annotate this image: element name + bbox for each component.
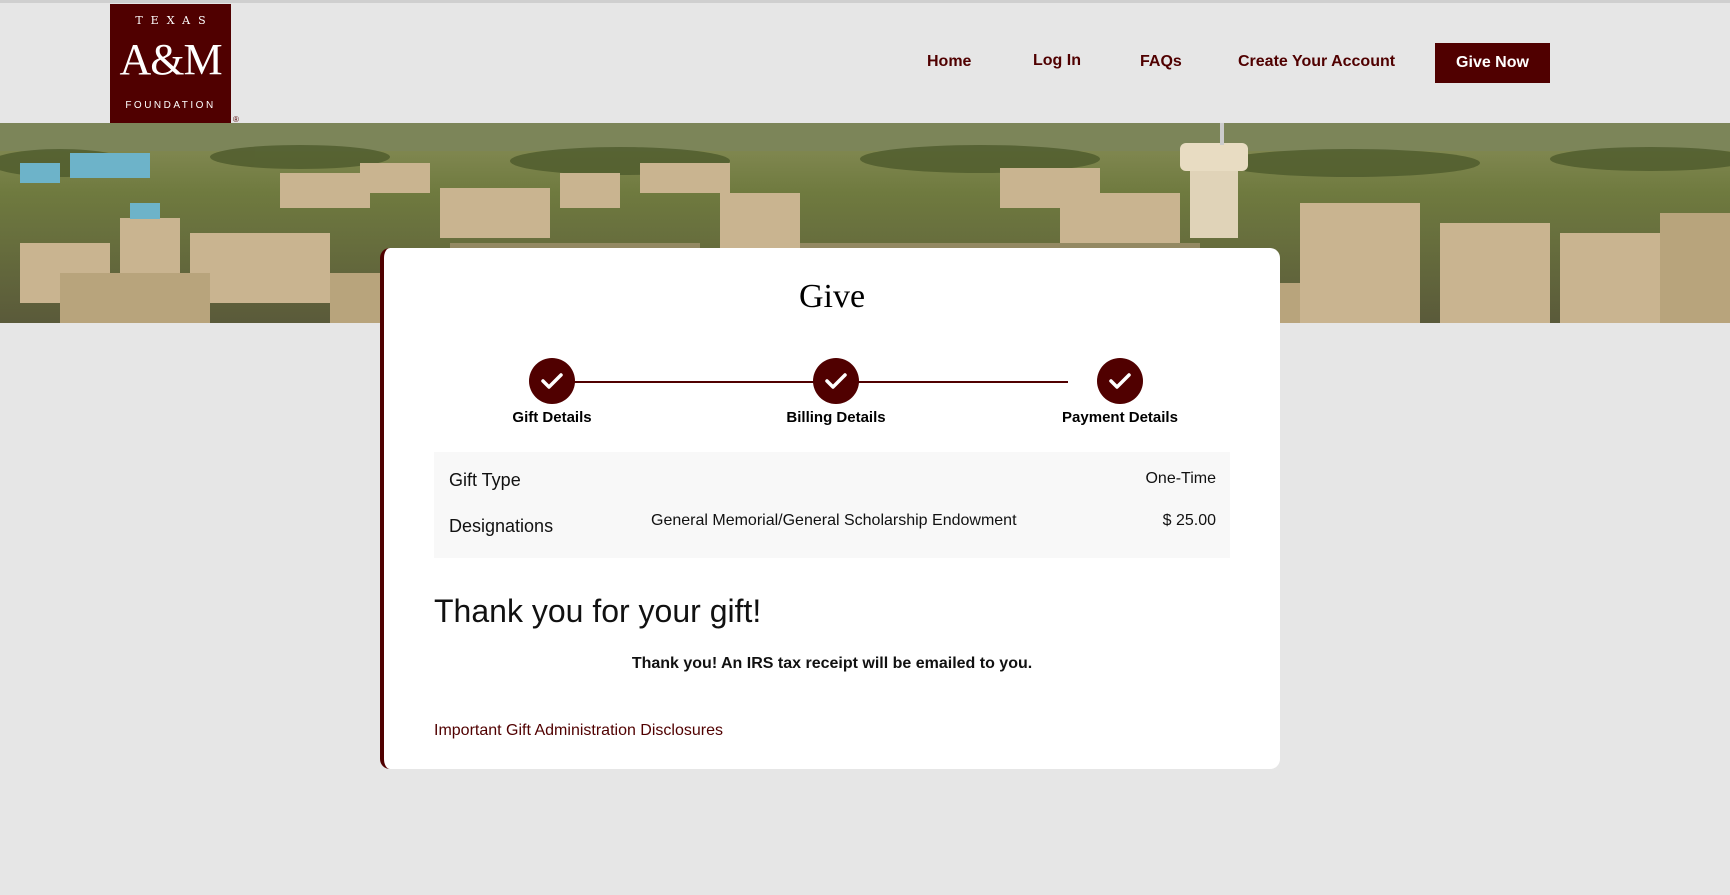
- nav-faqs-link[interactable]: FAQs: [1140, 53, 1182, 71]
- gift-type-label: Gift Type: [449, 470, 521, 490]
- give-card: Give Gift Details Billing Details Paymen…: [380, 248, 1280, 769]
- logo-line-foundation: FOUNDATION: [125, 100, 216, 111]
- checkmark-icon: [541, 373, 563, 389]
- step-3-complete-icon: [1097, 358, 1143, 404]
- checkmark-icon: [1109, 373, 1131, 389]
- tax-receipt-message: Thank you! An IRS tax receipt will be em…: [631, 655, 1033, 672]
- stepper-connector-line: [552, 381, 1068, 383]
- logo-line-texas: TEXAS: [135, 14, 214, 27]
- step-3-label: Payment Details: [1062, 409, 1178, 426]
- card-title: Give: [798, 278, 866, 315]
- designation-name: General Memorial/General Scholarship End…: [651, 512, 1017, 529]
- gift-summary-panel: Gift Type One-Time Designations General …: [434, 452, 1230, 558]
- site-header: TEXAS A&M FOUNDATION ® Home Log In FAQs …: [0, 3, 1730, 124]
- designation-amount: $ 25.00: [1162, 512, 1216, 529]
- gift-type-value: One-Time: [1145, 470, 1216, 487]
- progress-stepper: Gift Details Billing Details Payment Det…: [384, 358, 1280, 438]
- thank-you-heading: Thank you for your gift!: [434, 593, 762, 629]
- give-now-button[interactable]: Give Now: [1435, 43, 1550, 83]
- checkmark-icon: [825, 373, 847, 389]
- step-1-label: Gift Details: [512, 409, 592, 426]
- texas-am-foundation-logo[interactable]: TEXAS A&M FOUNDATION: [110, 4, 231, 123]
- step-1-complete-icon: [529, 358, 575, 404]
- designations-label: Designations: [449, 516, 554, 536]
- nav-login-link[interactable]: Log In: [1033, 52, 1081, 70]
- step-2-label: Billing Details: [786, 409, 886, 426]
- step-2-complete-icon: [813, 358, 859, 404]
- nav-home-link[interactable]: Home: [927, 53, 971, 71]
- nav-create-account-link[interactable]: Create Your Account: [1238, 53, 1395, 71]
- gift-disclosures-link[interactable]: Important Gift Administration Disclosure…: [434, 722, 723, 740]
- logo-line-am: A&M: [119, 35, 222, 84]
